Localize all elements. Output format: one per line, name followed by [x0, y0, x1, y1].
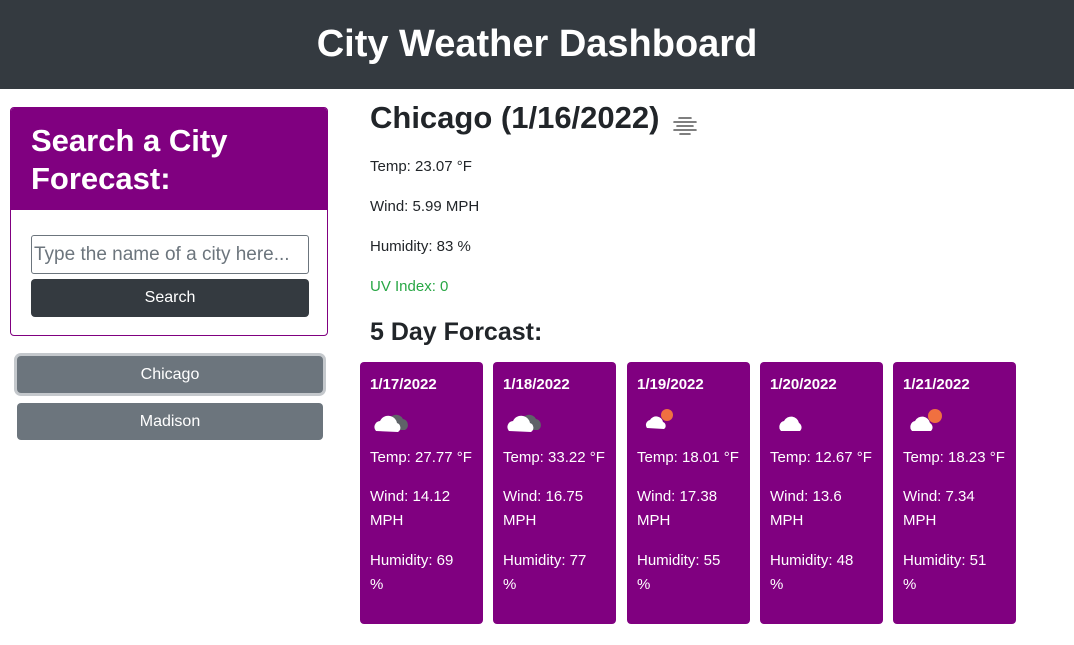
- search-heading: Search a City Forecast:: [11, 108, 327, 210]
- forecast-card: 1/20/2022 Temp: 12.67 °F Wind: 13.6 MPH …: [760, 362, 883, 624]
- forecast-wind: Wind: 14.12: [370, 488, 451, 505]
- page-header: City Weather Dashboard: [0, 0, 1074, 89]
- forecast-temp: Temp: 12.67 °F: [770, 449, 872, 466]
- forecast-humidity-unit: %: [637, 576, 651, 593]
- forecast-humidity-unit: %: [770, 576, 784, 593]
- current-city-date: Chicago (1/16/2022): [370, 100, 660, 135]
- forecast-date: 1/17/2022: [370, 376, 437, 393]
- partly-cloudy-icon: [637, 404, 677, 436]
- forecast-temp: Temp: 27.77 °F: [370, 449, 472, 466]
- forecast-wind: Wind: 13.6: [770, 488, 842, 505]
- cloudy-icon: [370, 404, 410, 436]
- city-search-input[interactable]: [31, 235, 309, 274]
- current-temp: Temp: 23.07 °F: [370, 158, 472, 175]
- current-uv-index: UV Index: 0: [370, 278, 449, 295]
- forecast-wind-unit: MPH: [503, 512, 537, 529]
- forecast-humidity-unit: %: [903, 576, 917, 593]
- search-button[interactable]: Search: [31, 279, 309, 317]
- cloudy-icon: [503, 404, 543, 436]
- forecast-temp: Temp: 33.22 °F: [503, 449, 605, 466]
- forecast-humidity-unit: %: [370, 576, 384, 593]
- forecast-card: 1/18/2022 Temp: 33.22 °F Wind: 16.75 MPH…: [493, 362, 616, 624]
- search-card: Search a City Forecast: Search: [10, 107, 328, 336]
- history-button-chicago[interactable]: Chicago: [17, 356, 323, 393]
- forecast-wind-unit: MPH: [637, 512, 671, 529]
- forecast-humidity: Humidity: 77: [503, 552, 587, 569]
- forecast-humidity: Humidity: 48: [770, 552, 854, 569]
- forecast-humidity: Humidity: 55: [637, 552, 721, 569]
- forecast-humidity: Humidity: 69: [370, 552, 454, 569]
- current-weather-title: Chicago (1/16/2022): [370, 100, 699, 136]
- forecast-date: 1/21/2022: [903, 376, 970, 393]
- forecast-date: 1/19/2022: [637, 376, 704, 393]
- cloud-icon: [770, 404, 810, 436]
- forecast-card: 1/19/2022 Temp: 18.01 °F Wind: 17.38 MPH…: [627, 362, 750, 624]
- current-wind: Wind: 5.99 MPH: [370, 198, 480, 215]
- forecast-temp: Temp: 18.01 °F: [637, 449, 739, 466]
- forecast-wind: Wind: 17.38: [637, 488, 718, 505]
- forecast-card: 1/21/2022 Temp: 18.23 °F Wind: 7.34 MPH …: [893, 362, 1016, 624]
- forecast-wind-unit: MPH: [770, 512, 804, 529]
- partly-cloudy-icon: [903, 404, 943, 436]
- forecast-wind: Wind: 16.75: [503, 488, 584, 505]
- forecast-heading: 5 Day Forcast:: [370, 318, 543, 346]
- page-title: City Weather Dashboard: [316, 23, 758, 65]
- forecast-temp: Temp: 18.23 °F: [903, 449, 1005, 466]
- fog-icon: [671, 107, 699, 135]
- forecast-date: 1/20/2022: [770, 376, 837, 393]
- forecast-wind-unit: MPH: [370, 512, 404, 529]
- current-humidity: Humidity: 83 %: [370, 238, 471, 255]
- forecast-card: 1/17/2022 Temp: 27.77 °F Wind: 14.12 MPH…: [360, 362, 483, 624]
- forecast-date: 1/18/2022: [503, 376, 570, 393]
- forecast-wind-unit: MPH: [903, 512, 937, 529]
- forecast-humidity-unit: %: [503, 576, 517, 593]
- history-button-madison[interactable]: Madison: [17, 403, 323, 440]
- forecast-wind: Wind: 7.34: [903, 488, 975, 505]
- forecast-humidity: Humidity: 51: [903, 552, 987, 569]
